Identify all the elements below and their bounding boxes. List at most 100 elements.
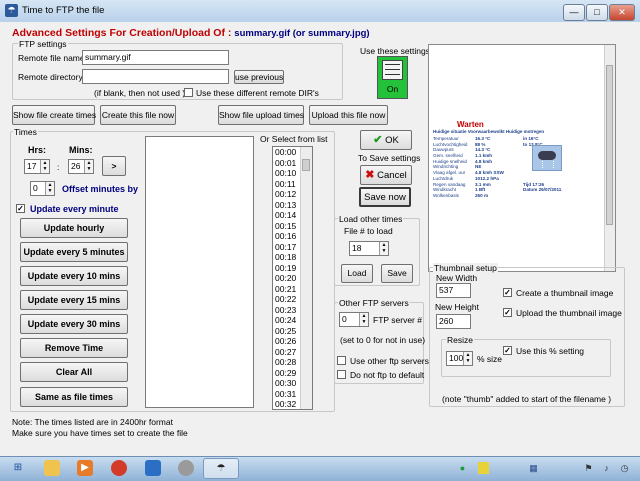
- update-hourly-button[interactable]: Update hourly: [20, 218, 128, 238]
- app-icon[interactable]: [111, 460, 127, 476]
- save-now-button[interactable]: Save now: [359, 187, 411, 207]
- mins-spin-buttons[interactable]: ▲ ▼: [84, 160, 93, 173]
- ftp-server-spin-buttons[interactable]: ▲ ▼: [359, 313, 368, 326]
- select-time-list[interactable]: 00:00 00:01 00:10 00:11 00:12 00:13 00:14 00:15…: [272, 146, 313, 410]
- preview-scrollbar[interactable]: [604, 45, 615, 271]
- update-every-15-button[interactable]: Update every 15 mins: [20, 290, 128, 310]
- network-tray-icon[interactable]: ▦: [528, 462, 539, 474]
- check-icon: ✔: [373, 134, 383, 146]
- different-dirs-checkbox[interactable]: [184, 88, 193, 97]
- remote-dir-label: Remote directory: [18, 72, 83, 82]
- preview-title: Warten: [457, 120, 484, 129]
- selected-times-list[interactable]: [145, 136, 254, 408]
- create-thumbnail-checkbox[interactable]: ✓: [503, 288, 512, 297]
- show-create-times-button[interactable]: Show file create times: [12, 105, 96, 125]
- new-width-input[interactable]: 537: [436, 283, 471, 298]
- resize-value: 100: [449, 353, 464, 363]
- active-task[interactable]: ☂: [203, 458, 239, 479]
- cancel-x-icon: ✖: [365, 169, 375, 181]
- update-every-minute-checkbox[interactable]: ✓: [16, 204, 25, 213]
- title-bar: ☂ Time to FTP the file — □ ✕: [0, 0, 640, 23]
- minimize-button[interactable]: —: [563, 4, 585, 21]
- ftp-settings-label: FTP settings: [18, 39, 68, 49]
- heading-files: summary.gif (or summary.jpg): [234, 28, 370, 39]
- mins-spinner[interactable]: 26 ▲ ▼: [68, 159, 94, 174]
- use-other-ftp-label: Use other ftp servers: [350, 356, 429, 366]
- main-window: Advanced Settings For Creation/Upload Of…: [0, 22, 640, 456]
- hrs-label: Hrs:: [28, 145, 47, 155]
- ftp-server-note: (set to 0 for not in use): [340, 335, 426, 345]
- file-to-load-spinner[interactable]: 18 ▲ ▼: [349, 241, 389, 256]
- save-times-button[interactable]: Save: [381, 264, 413, 283]
- volume-icon[interactable]: ♪: [601, 462, 612, 474]
- load-button[interactable]: Load: [341, 264, 373, 283]
- hrs-spin-buttons[interactable]: ▲ ▼: [40, 160, 49, 173]
- badge-icon[interactable]: [478, 462, 489, 474]
- load-times-label: Load other times: [338, 214, 404, 224]
- windows-icon[interactable]: ⊞: [10, 460, 26, 476]
- use-previous-button[interactable]: use previous: [234, 70, 284, 84]
- use-settings-label: Use these settings: [360, 46, 430, 56]
- remote-file-input[interactable]: summary.gif: [82, 50, 229, 65]
- new-height-input[interactable]: 260: [436, 314, 471, 329]
- update-every-minute-label: Update every minute: [30, 204, 119, 214]
- thumbnail-label: Thumbnail setup: [433, 263, 498, 273]
- do-not-ftp-checkbox[interactable]: [337, 370, 346, 379]
- resize-spinner[interactable]: 100 ▲ ▼: [446, 351, 473, 366]
- toggle-state: On: [386, 84, 399, 94]
- upload-file-now-button[interactable]: Upload this file now: [309, 105, 388, 125]
- window-title: Time to FTP the file: [22, 5, 105, 16]
- use-settings-toggle[interactable]: On: [377, 56, 408, 99]
- ok-button[interactable]: ✔ OK: [360, 130, 412, 150]
- green-dot-icon[interactable]: ●: [457, 462, 468, 474]
- offset-spin-buttons[interactable]: ▲ ▼: [45, 182, 54, 195]
- clear-all-button[interactable]: Clear All: [20, 362, 128, 382]
- offset-spinner[interactable]: 0 ▲ ▼: [30, 181, 55, 196]
- ftp-server-label: FTP server #: [373, 315, 422, 325]
- mins-value: 26: [71, 161, 81, 171]
- disk-icon[interactable]: [145, 460, 161, 476]
- cancel-label: Cancel: [377, 170, 407, 181]
- file-spin-buttons[interactable]: ▲ ▼: [379, 242, 388, 255]
- add-time-button[interactable]: >: [102, 156, 126, 176]
- same-as-file-times-button[interactable]: Same as file times: [20, 387, 128, 407]
- cancel-button[interactable]: ✖ Cancel: [360, 165, 412, 185]
- maximize-button[interactable]: □: [586, 4, 608, 21]
- remove-time-button[interactable]: Remove Time: [20, 338, 128, 358]
- explorer-icon[interactable]: [44, 460, 60, 476]
- update-every-30-button[interactable]: Update every 30 mins: [20, 314, 128, 334]
- remote-dir-input[interactable]: [82, 69, 229, 84]
- app-icon: ☂: [5, 4, 18, 17]
- blank-note: (if blank, then not used ): [94, 88, 186, 98]
- player-icon[interactable]: ▶: [77, 460, 93, 476]
- network-icon[interactable]: [178, 460, 194, 476]
- thumb-note: (note "thumb" added to start of the file…: [442, 394, 612, 404]
- toggle-switch: [382, 60, 403, 80]
- hrs-value: 17: [27, 161, 37, 171]
- close-button[interactable]: ✕: [609, 4, 635, 21]
- select-list-label: Or Select from list: [260, 134, 328, 144]
- flag-icon[interactable]: ⚑: [583, 462, 594, 474]
- upload-thumbnail-checkbox[interactable]: ✓: [503, 308, 512, 317]
- time-list-scrollbar[interactable]: [300, 147, 312, 409]
- update-every-5-button[interactable]: Update every 5 minutes: [20, 242, 128, 262]
- create-thumbnail-label: Create a thumbnail image: [516, 288, 614, 298]
- use-percent-checkbox[interactable]: ✓: [503, 346, 512, 355]
- heading: Advanced Settings For Creation/Upload Of…: [12, 27, 370, 39]
- mins-label: Mins:: [69, 145, 93, 155]
- update-every-10-button[interactable]: Update every 10 mins: [20, 266, 128, 286]
- preview-data: Temperatuur 16.3 °C in 16°C Luchtvochtighei…: [433, 136, 601, 199]
- ftp-server-spinner[interactable]: 0 ▲ ▼: [339, 312, 369, 327]
- rain-cloud-icon: [532, 145, 562, 171]
- hrs-spinner[interactable]: 17 ▲ ▼: [24, 159, 50, 174]
- clock-icon[interactable]: ◷: [619, 462, 630, 474]
- show-upload-times-button[interactable]: Show file upload times: [218, 105, 304, 125]
- use-other-ftp-checkbox[interactable]: [337, 356, 346, 365]
- create-file-now-button[interactable]: Create this file now: [100, 105, 176, 125]
- heading-prefix: Advanced Settings For Creation/Upload Of…: [12, 27, 232, 39]
- do-not-ftp-label: Do not ftp to default: [350, 370, 425, 380]
- resize-spin-buttons[interactable]: ▲ ▼: [463, 352, 472, 365]
- ftp-server-value: 0: [342, 314, 347, 324]
- preview-panel: Warten Huidige situatie Voorwaarbewolkt …: [428, 44, 616, 272]
- use-percent-label: Use this % setting: [516, 346, 585, 356]
